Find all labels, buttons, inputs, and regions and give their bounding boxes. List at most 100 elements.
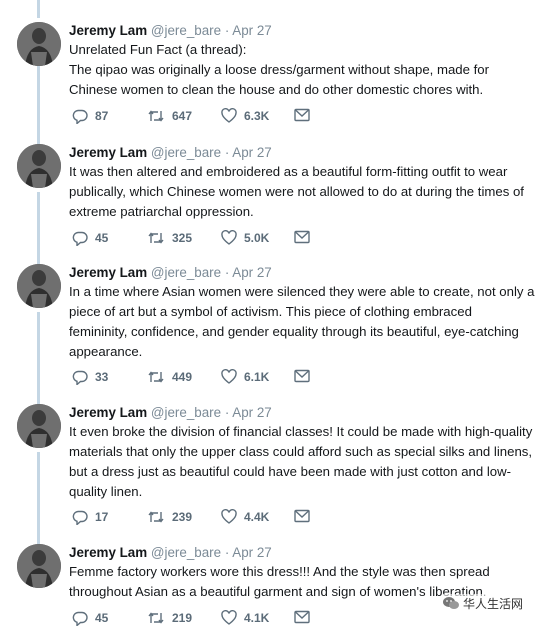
avatar-image bbox=[17, 144, 61, 188]
like-count: 4.1K bbox=[244, 611, 270, 625]
message-button[interactable] bbox=[294, 610, 310, 624]
retweet-count: 647 bbox=[172, 109, 193, 123]
avatar-image bbox=[17, 404, 61, 448]
retweet-count: 325 bbox=[172, 231, 193, 245]
author-name[interactable]: Jeremy Lam bbox=[69, 405, 147, 420]
retweet-count: 219 bbox=[172, 611, 193, 625]
tweet-date[interactable]: Apr 27 bbox=[232, 265, 271, 280]
retweet-icon bbox=[148, 110, 164, 122]
author-name[interactable]: Jeremy Lam bbox=[69, 145, 147, 160]
tweet-text-line: It even broke the division of financial … bbox=[69, 424, 533, 439]
avatar-image bbox=[17, 22, 61, 66]
separator: · bbox=[224, 145, 230, 160]
avatar[interactable] bbox=[17, 404, 61, 448]
avatar[interactable] bbox=[17, 544, 61, 588]
author-handle[interactable]: @jere_bare bbox=[151, 405, 221, 420]
author-handle[interactable]: @jere_bare bbox=[151, 545, 221, 560]
reply-count: 33 bbox=[95, 370, 109, 384]
thread-line-top bbox=[37, 0, 40, 18]
tweet-text-line: but a dress just as beautiful could have… bbox=[69, 464, 512, 479]
message-icon bbox=[294, 610, 310, 624]
tweet-text-line: extreme patriarchal oppression. bbox=[69, 204, 254, 219]
retweet-count: 239 bbox=[172, 510, 193, 524]
tweet[interactable]: Jeremy Lam @jere_bare · Apr 27 Unrelated… bbox=[0, 22, 537, 137]
like-icon bbox=[221, 509, 237, 524]
tweet-text-line: publically, which Chinese women were not… bbox=[69, 184, 524, 199]
tweet-text: It even broke the division of financial … bbox=[69, 422, 533, 502]
like-button[interactable]: 6.1K bbox=[221, 369, 269, 385]
reply-button[interactable]: 33 bbox=[72, 369, 108, 385]
like-count: 6.3K bbox=[244, 109, 270, 123]
message-button[interactable] bbox=[294, 108, 310, 122]
reply-button[interactable]: 17 bbox=[72, 509, 108, 525]
tweet-date[interactable]: Apr 27 bbox=[232, 545, 271, 560]
retweet-icon bbox=[148, 511, 164, 523]
tweet-text-line: appearance. bbox=[69, 344, 143, 359]
tweet-header: Jeremy Lam @jere_bare · Apr 27 bbox=[69, 264, 529, 281]
tweet-header: Jeremy Lam @jere_bare · Apr 27 bbox=[69, 404, 529, 421]
tweet[interactable]: Jeremy Lam @jere_bare · Apr 27 In a time… bbox=[0, 264, 537, 399]
reply-count: 45 bbox=[95, 611, 109, 625]
reply-icon bbox=[72, 611, 88, 626]
retweet-button[interactable]: 239 bbox=[147, 509, 192, 525]
reply-icon bbox=[72, 231, 88, 246]
tweet-text-line: materials that only the upper class coul… bbox=[69, 444, 533, 459]
tweet-header: Jeremy Lam @jere_bare · Apr 27 bbox=[69, 544, 529, 561]
author-handle[interactable]: @jere_bare bbox=[151, 23, 221, 38]
retweet-icon bbox=[148, 232, 164, 244]
message-button[interactable] bbox=[294, 369, 310, 383]
author-name[interactable]: Jeremy Lam bbox=[69, 545, 147, 560]
tweet-date[interactable]: Apr 27 bbox=[232, 405, 271, 420]
reply-count: 17 bbox=[95, 510, 109, 524]
like-button[interactable]: 4.4K bbox=[221, 509, 269, 525]
like-button[interactable]: 5.0K bbox=[221, 230, 269, 246]
reply-count: 87 bbox=[95, 109, 109, 123]
message-icon bbox=[294, 369, 310, 383]
separator: · bbox=[224, 405, 230, 420]
reply-button[interactable]: 87 bbox=[72, 108, 108, 124]
tweet-text-line: The qipao was originally a loose dress/g… bbox=[69, 62, 490, 77]
tweet-text-line: Chinese women to clean the house and do … bbox=[69, 82, 484, 97]
watermark-text: 华人生活网 bbox=[462, 596, 523, 611]
author-handle[interactable]: @jere_bare bbox=[151, 145, 221, 160]
retweet-button[interactable]: 325 bbox=[147, 230, 192, 246]
retweet-button[interactable]: 219 bbox=[147, 610, 192, 626]
avatar[interactable] bbox=[17, 22, 61, 66]
like-icon bbox=[221, 369, 237, 384]
like-count: 4.4K bbox=[244, 510, 270, 524]
like-icon bbox=[221, 610, 237, 625]
tweet-header: Jeremy Lam @jere_bare · Apr 27 bbox=[69, 22, 529, 39]
reply-button[interactable]: 45 bbox=[72, 230, 108, 246]
like-button[interactable]: 4.1K bbox=[221, 610, 269, 626]
like-count: 6.1K bbox=[244, 370, 270, 384]
watermark-logo-icon bbox=[442, 597, 459, 609]
retweet-icon bbox=[148, 612, 164, 624]
tweet[interactable]: Jeremy Lam @jere_bare · Apr 27 It was th… bbox=[0, 144, 537, 259]
author-name[interactable]: Jeremy Lam bbox=[69, 265, 147, 280]
like-icon bbox=[221, 108, 237, 123]
tweet-date[interactable]: Apr 27 bbox=[232, 145, 271, 160]
separator: · bbox=[224, 265, 230, 280]
tweet-text-line: In a time where Asian women were silence… bbox=[69, 284, 535, 299]
avatar[interactable] bbox=[17, 264, 61, 308]
message-button[interactable] bbox=[294, 509, 310, 523]
retweet-button[interactable]: 647 bbox=[147, 108, 192, 124]
tweet[interactable]: Jeremy Lam @jere_bare · Apr 27 It even b… bbox=[0, 404, 537, 539]
reply-icon bbox=[72, 510, 88, 525]
like-icon bbox=[221, 230, 237, 245]
message-icon bbox=[294, 509, 310, 523]
avatar[interactable] bbox=[17, 144, 61, 188]
retweet-button[interactable]: 449 bbox=[147, 369, 192, 385]
reply-button[interactable]: 45 bbox=[72, 610, 108, 626]
author-handle[interactable]: @jere_bare bbox=[151, 265, 221, 280]
tweet-text-line: Unrelated Fun Fact (a thread): bbox=[69, 42, 247, 57]
message-button[interactable] bbox=[294, 230, 310, 244]
like-button[interactable]: 6.3K bbox=[221, 108, 269, 124]
avatar-image bbox=[17, 544, 61, 588]
tweet-text: Unrelated Fun Fact (a thread): The qipao… bbox=[69, 40, 529, 100]
retweet-count: 449 bbox=[172, 370, 193, 384]
tweet-date[interactable]: Apr 27 bbox=[232, 23, 271, 38]
author-name[interactable]: Jeremy Lam bbox=[69, 23, 147, 38]
tweet-text-line: Femme factory workers wore this dress!!!… bbox=[69, 564, 490, 579]
separator: · bbox=[224, 23, 230, 38]
